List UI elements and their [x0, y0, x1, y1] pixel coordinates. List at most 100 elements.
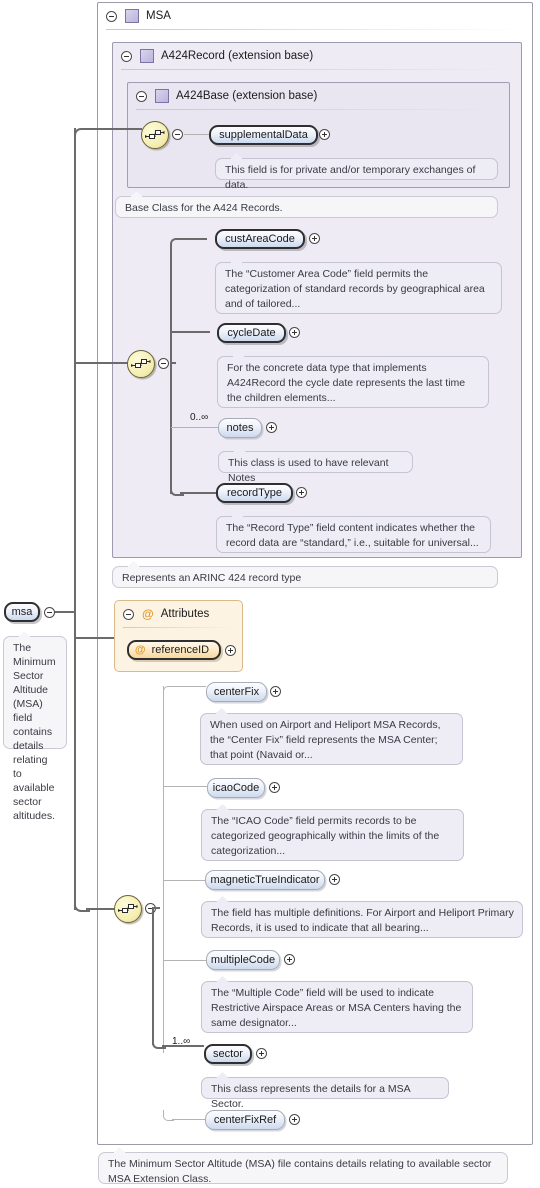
connector-to-centerfixref [172, 1119, 205, 1120]
annotation-multipleCode: The “Multiple Code” field will be used t… [201, 976, 473, 1033]
container-msa-title: MSA [146, 10, 171, 22]
element-node-notes[interactable]: notes [218, 418, 262, 438]
sequence-icon-a424record[interactable] [127, 350, 155, 378]
annotation-recordType: The “Record Type” field content indicate… [216, 511, 491, 553]
annotation-text: Base Class for the A424 Records. [125, 202, 283, 214]
supplementalData-expand-toggle[interactable] [319, 129, 330, 140]
element-node-sector[interactable]: sector [204, 1044, 252, 1064]
connector-to-icaocode [163, 786, 207, 787]
container-a424base-header[interactable]: A424Base (extension base) [128, 83, 509, 109]
element-label: centerFixRef [213, 1114, 277, 1126]
collapse-icon[interactable] [136, 90, 147, 102]
connector-to-notes [171, 427, 218, 428]
connector-corner-top [74, 128, 90, 144]
annotation-custAreaCode: The “Customer Area Code” field permits t… [215, 257, 502, 314]
element-node-magneticTrueIndicator[interactable]: magneticTrueIndicator [205, 870, 325, 890]
connector-spine-record [170, 244, 172, 494]
container-msa-header[interactable]: MSA [98, 3, 532, 29]
annotation-cycleDate: For the concrete data type that implemen… [217, 351, 489, 408]
element-node-custAreaCode[interactable]: custAreaCode [215, 229, 305, 249]
element-label: sector [213, 1048, 243, 1060]
collapse-icon[interactable] [106, 10, 117, 22]
at-sign-icon: @ [134, 644, 146, 656]
connector-to-recordtype [180, 492, 216, 494]
element-label: icaoCode [212, 782, 260, 794]
connector-to-seq-record [74, 362, 128, 364]
complex-type-icon [125, 9, 139, 23]
connector-seq-to-spine-record [170, 362, 176, 364]
divider [106, 29, 524, 30]
element-node-supplementalData[interactable]: supplementalData [209, 125, 318, 145]
annotation-icaoCode: The “ICAO Code” field permits records to… [201, 804, 464, 861]
icaoCode-expand-toggle[interactable] [269, 782, 280, 793]
at-sign-icon: @ [142, 607, 154, 621]
custAreaCode-expand-toggle[interactable] [309, 233, 320, 244]
msa-collapse-toggle[interactable] [44, 607, 55, 618]
magneticTrueIndicator-expand-toggle[interactable] [329, 874, 340, 885]
connector-spine-msaext-sector [152, 908, 154, 1045]
a424record-sequence-toggle[interactable] [158, 358, 169, 369]
referenceID-expand-toggle[interactable] [225, 645, 236, 656]
annotation-magneticTrueIndicator: The field has multiple definitions. For … [201, 896, 523, 938]
connector-to-attributes [74, 637, 114, 639]
container-a424record-header[interactable]: A424Record (extension base) [113, 43, 521, 69]
connector-to-centerfix [172, 686, 206, 687]
attribute-node-referenceID[interactable]: @ referenceID [127, 640, 221, 660]
container-attributes[interactable]: @ Attributes [114, 600, 243, 672]
element-node-centerFixRef[interactable]: centerFixRef [205, 1110, 285, 1130]
annotation-supplementalData: This field is for private and/or tempora… [215, 153, 498, 191]
element-node-msa[interactable]: msa [4, 602, 40, 622]
multipleCode-expand-toggle[interactable] [284, 954, 295, 965]
connector-corner-centerfix [163, 686, 174, 697]
element-node-cycleDate[interactable]: cycleDate [217, 323, 286, 343]
annotation-text: Represents an ARINC 424 record type [122, 572, 302, 584]
annotation-text: The “Record Type” field content indicate… [226, 522, 479, 549]
cycleDate-expand-toggle[interactable] [289, 327, 300, 338]
element-node-centerFix[interactable]: centerFix [206, 682, 267, 702]
notes-expand-toggle[interactable] [266, 422, 277, 433]
container-attributes-title: Attributes [160, 608, 210, 620]
connector-corner-custareacode [170, 238, 184, 252]
centerFixRef-expand-toggle[interactable] [289, 1114, 300, 1125]
connector-to-custareacode [180, 238, 207, 240]
annotation-notes: This class is used to have relevant Note… [218, 446, 413, 484]
element-label: centerFix [213, 686, 260, 698]
collapse-icon[interactable] [123, 608, 134, 620]
a424base-sequence-toggle[interactable] [172, 129, 183, 140]
connector-to-cycledate [170, 331, 210, 333]
element-label: cycleDate [227, 327, 276, 339]
sector-expand-toggle[interactable] [256, 1048, 267, 1059]
sequence-icon-a424base[interactable] [141, 121, 169, 149]
annotation-a424base-container: Base Class for the A424 Records. [115, 191, 498, 218]
element-label: multipleCode [210, 954, 276, 966]
collapse-icon[interactable] [121, 50, 132, 62]
container-attributes-header[interactable]: @ Attributes [115, 601, 242, 627]
annotation-text: The field has multiple definitions. For … [211, 907, 514, 934]
divider [121, 69, 513, 70]
cardinality-sector: 1..∞ [172, 1036, 191, 1047]
connector-seq-to-spine-msaext [152, 907, 160, 909]
sequence-glyph [145, 130, 165, 139]
annotation-text: The “ICAO Code” field permits records to… [211, 815, 440, 857]
recordType-expand-toggle[interactable] [296, 487, 307, 498]
centerFix-expand-toggle[interactable] [270, 686, 281, 697]
divider [136, 109, 501, 110]
complex-type-icon [155, 89, 169, 103]
container-a424base-title: A424Base (extension base) [176, 90, 318, 102]
element-node-icaoCode[interactable]: icaoCode [207, 778, 265, 798]
annotation-text: The Minimum Sector Altitude (MSA) field … [13, 642, 56, 822]
annotation-text: The “Customer Area Code” field permits t… [225, 268, 485, 310]
complex-type-icon [140, 49, 154, 63]
connector-seq-to-supplementaldata [184, 134, 209, 135]
annotation-msa-root: The Minimum Sector Altitude (MSA) field … [3, 631, 67, 822]
element-node-multipleCode[interactable]: multipleCode [206, 950, 280, 970]
connector-to-seq-a424base [86, 128, 142, 130]
annotation-sector: This class represents the details for a … [201, 1072, 449, 1110]
connector-to-seq-msaext [86, 908, 114, 910]
sequence-glyph [118, 904, 138, 913]
sequence-glyph [131, 359, 151, 368]
annotation-text: When used on Airport and Heliport MSA Re… [210, 719, 441, 761]
sequence-icon-msa-extension[interactable] [114, 895, 142, 923]
connector-to-magnetictrueindicator [163, 880, 205, 881]
element-node-recordType[interactable]: recordType [216, 483, 293, 503]
